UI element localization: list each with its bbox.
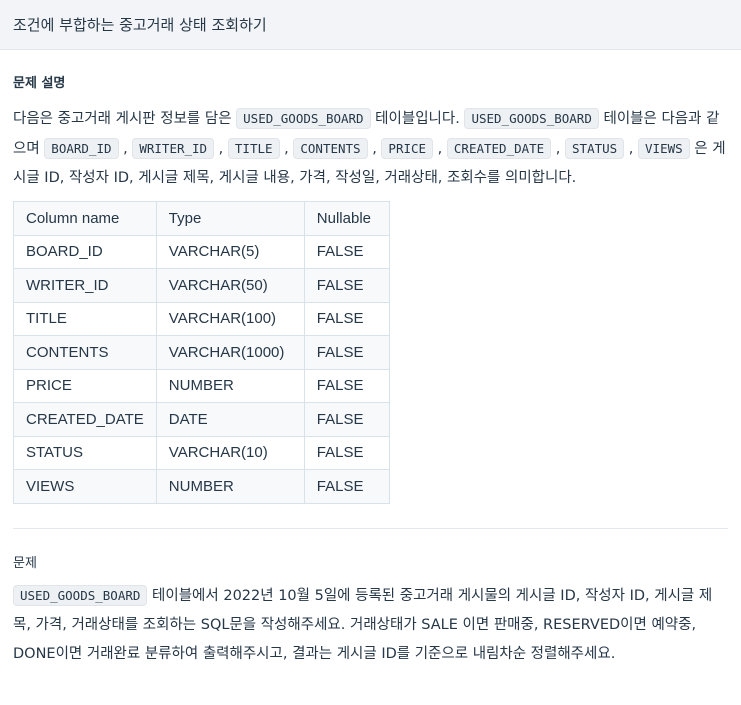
table-cell: VIEWS: [13, 469, 157, 504]
column-code-status: STATUS: [565, 138, 625, 159]
table-cell: CREATED_DATE: [13, 402, 157, 437]
table-header-cell: Column name: [13, 201, 157, 236]
table-cell: STATUS: [13, 435, 157, 470]
table-cell: WRITER_ID: [13, 268, 157, 303]
table-row: PRICE NUMBER FALSE: [13, 368, 390, 403]
separator: ,: [551, 141, 566, 157]
table-row: BOARD_ID VARCHAR(5) FALSE: [13, 234, 390, 269]
separator: ,: [118, 141, 133, 157]
column-code-price: PRICE: [381, 138, 434, 159]
table-cell: NUMBER: [155, 368, 305, 403]
table-cell: FALSE: [303, 335, 390, 370]
table-cell: FALSE: [303, 469, 390, 504]
table-cell: TITLE: [13, 301, 157, 336]
section-divider: [13, 527, 728, 529]
separator: ,: [624, 141, 639, 157]
table-cell: BOARD_ID: [13, 234, 157, 269]
table-name-code: USED_GOODS_BOARD: [236, 108, 371, 129]
schema-table: Column name Type Nullable BOARD_ID VARCH…: [13, 201, 390, 504]
table-header-cell: Nullable: [303, 201, 390, 236]
table-cell: VARCHAR(100): [155, 301, 305, 336]
description-text: 다음은 중고거래 게시판 정보를 담은: [13, 111, 237, 127]
table-row: STATUS VARCHAR(10) FALSE: [13, 435, 390, 470]
separator: ,: [214, 141, 228, 157]
table-name-code: USED_GOODS_BOARD: [464, 108, 599, 129]
table-cell: NUMBER: [155, 469, 305, 504]
table-cell: VARCHAR(5): [155, 234, 305, 269]
table-cell: FALSE: [303, 301, 390, 336]
table-cell: FALSE: [303, 435, 390, 470]
column-code-writer-id: WRITER_ID: [132, 138, 215, 159]
table-cell: DATE: [155, 402, 305, 437]
table-header-cell: Type: [155, 201, 305, 236]
table-row: CREATED_DATE DATE FALSE: [13, 402, 390, 437]
problem-paragraph: USED_GOODS_BOARD 테이블에서 2022년 10월 5일에 등록된…: [13, 581, 728, 669]
table-cell: FALSE: [303, 234, 390, 269]
column-code-board-id: BOARD_ID: [44, 138, 119, 159]
table-row: TITLE VARCHAR(100) FALSE: [13, 301, 390, 336]
table-cell: VARCHAR(50): [155, 268, 305, 303]
table-cell: FALSE: [303, 368, 390, 403]
table-cell: FALSE: [303, 402, 390, 437]
description-text: 테이블입니다.: [370, 111, 465, 127]
column-code-created-date: CREATED_DATE: [446, 138, 552, 159]
description-paragraph: 다음은 중고거래 게시판 정보를 담은 USED_GOODS_BOARD 테이블…: [13, 104, 728, 193]
table-header-row: Column name Type Nullable: [13, 201, 390, 236]
problem-content: 문제 설명 다음은 중고거래 게시판 정보를 담은 USED_GOODS_BOA…: [0, 72, 741, 669]
table-row: WRITER_ID VARCHAR(50) FALSE: [13, 268, 390, 303]
table-cell: FALSE: [303, 268, 390, 303]
page-header: 조건에 부합하는 중고거래 상태 조회하기: [0, 0, 741, 50]
table-row: VIEWS NUMBER FALSE: [13, 469, 390, 504]
column-code-views: VIEWS: [638, 138, 690, 159]
table-row: CONTENTS VARCHAR(1000) FALSE: [13, 335, 390, 370]
description-heading: 문제 설명: [13, 76, 66, 91]
page-title: 조건에 부합하는 중고거래 상태 조회하기: [13, 16, 267, 34]
separator: ,: [367, 141, 382, 157]
table-name-code: USED_GOODS_BOARD: [13, 584, 148, 606]
column-code-title: TITLE: [227, 138, 280, 159]
problem-heading: 문제: [13, 555, 37, 571]
table-cell: VARCHAR(10): [155, 435, 305, 470]
separator: ,: [279, 141, 294, 157]
table-cell: PRICE: [13, 368, 157, 403]
column-code-contents: CONTENTS: [293, 138, 368, 159]
table-cell: CONTENTS: [13, 335, 157, 370]
separator: ,: [433, 141, 447, 157]
table-cell: VARCHAR(1000): [155, 335, 305, 370]
